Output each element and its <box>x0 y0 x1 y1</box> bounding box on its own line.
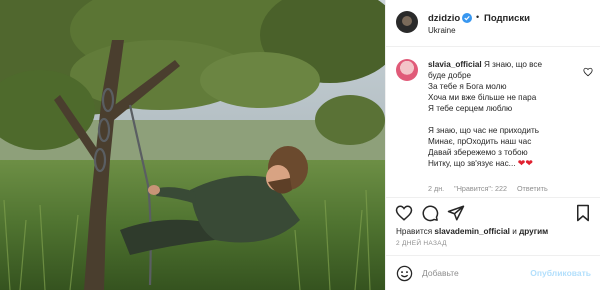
comment-like-heart-icon[interactable] <box>583 67 593 77</box>
comment-meta: 2 дн. "Нравится": 222 Ответить <box>428 184 556 193</box>
bookmark-icon[interactable] <box>574 204 592 222</box>
publish-button[interactable]: Опубликовать <box>530 268 591 278</box>
comment-line: Я тебе серцем люблю <box>428 104 513 113</box>
comment-line: буде добре <box>428 71 472 80</box>
liked-by: Нравится slavademin_official и другим <box>396 227 548 236</box>
post-image <box>0 0 385 290</box>
commenter-avatar[interactable] <box>396 59 418 81</box>
verified-badge-icon <box>462 13 472 23</box>
post-date[interactable]: 2 ДНЕЙ НАЗАД <box>396 240 447 247</box>
comment-time: 2 дн. <box>428 184 445 193</box>
smiley-icon[interactable] <box>396 265 413 282</box>
comment-line-gap <box>428 114 576 125</box>
liked-by-prefix: Нравится <box>396 227 435 236</box>
liked-by-user[interactable]: slavademin_official <box>434 227 510 236</box>
post-header: dzidzio • Подписки Ukraine <box>386 0 600 47</box>
comment-line: Я знаю, що час не приходить <box>428 126 540 135</box>
commenter-username[interactable]: slavia_official <box>428 60 482 69</box>
comment-body: slavia_official Я знаю, що все буде добр… <box>428 59 576 169</box>
heart-icon[interactable] <box>395 204 413 222</box>
comment-line: Хоча ми вже більше не пара <box>428 93 537 102</box>
paper-plane-icon[interactable] <box>447 204 465 222</box>
comment-text: Я знаю, що все буде добре За тебе я Бога… <box>428 60 576 169</box>
author-username[interactable]: dzidzio <box>428 13 460 24</box>
comment-line: Я знаю, що все <box>483 60 543 69</box>
comment-item: slavia_official Я знаю, що все буде добр… <box>386 47 600 197</box>
post-side-panel: dzidzio • Подписки Ukraine slavia_offici… <box>385 0 600 290</box>
separator-dot: • <box>476 12 480 22</box>
comment-line: Нитку, що зв'язує нас... ❤❤ <box>428 158 576 169</box>
post-photo[interactable] <box>0 0 385 290</box>
comment-line: Давай збережемо з тобою <box>428 148 528 157</box>
add-comment-bar: Добавьте Опубликовать <box>386 255 600 290</box>
add-comment-input[interactable]: Добавьте <box>422 268 459 278</box>
comment-likes-count[interactable]: "Нравится": 222 <box>454 184 507 193</box>
reply-button[interactable]: Ответить <box>517 184 548 193</box>
comment-icon[interactable] <box>421 204 439 222</box>
comment-line-text: Нитку, що зв'язує нас... <box>428 159 516 168</box>
comment-line: Минає, прОходить наш час <box>428 137 532 146</box>
comment-line: За тебе я Бога молю <box>428 82 507 91</box>
following-button[interactable]: Подписки <box>484 13 530 24</box>
liked-by-connector: и <box>509 227 520 236</box>
post-location[interactable]: Ukraine <box>428 26 456 35</box>
hearts-emoji: ❤❤ <box>517 158 533 168</box>
post-actions <box>386 197 600 227</box>
author-avatar[interactable] <box>396 11 418 33</box>
liked-by-others[interactable]: другим <box>519 227 548 236</box>
